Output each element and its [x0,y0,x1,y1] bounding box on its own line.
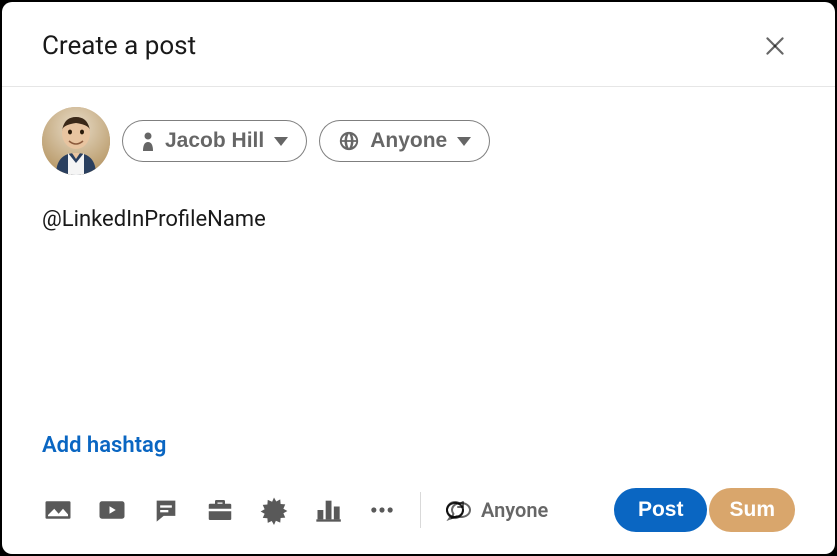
post-button[interactable]: Post [614,488,708,532]
comment-scope-button[interactable]: Anyone [443,498,548,522]
more-icon [368,496,396,524]
add-document-button[interactable] [150,494,182,526]
globe-icon [338,130,360,152]
add-photo-button[interactable] [42,494,74,526]
chevron-down-icon [457,137,471,146]
close-icon [762,33,788,59]
modal-footer: Anyone Post Sum [2,476,835,554]
modal-body: Jacob Hill Anyone @LinkedInProfileName A… [2,87,835,476]
person-icon [141,131,155,151]
visibility-label: Anyone [370,129,447,153]
add-job-button[interactable] [204,494,236,526]
create-poll-button[interactable] [312,494,344,526]
starburst-icon [259,495,289,525]
modal-header: Create a post [2,2,835,87]
speech-bubble-icon [449,498,473,522]
sum-button[interactable]: Sum [709,488,795,532]
celebrate-button[interactable] [258,494,290,526]
close-button[interactable] [755,26,795,66]
divider [420,492,421,528]
document-icon [152,496,180,524]
poll-icon [314,496,342,524]
more-options-button[interactable] [366,494,398,526]
post-textarea[interactable]: @LinkedInProfileName [42,205,795,433]
avatar[interactable] [42,107,110,175]
toolbar [42,494,398,526]
briefcase-icon [205,495,235,525]
author-row: Jacob Hill Anyone [42,107,795,175]
comment-scope-label: Anyone [481,498,548,522]
author-name: Jacob Hill [165,129,264,153]
create-post-modal: Create a post [2,2,835,554]
add-hashtag-link[interactable]: Add hashtag [42,433,795,458]
add-video-button[interactable] [96,494,128,526]
visibility-selector[interactable]: Anyone [319,120,490,162]
author-selector[interactable]: Jacob Hill [122,120,307,162]
chevron-down-icon [274,137,288,146]
video-icon [97,495,127,525]
photo-icon [43,495,73,525]
modal-title: Create a post [42,31,196,61]
